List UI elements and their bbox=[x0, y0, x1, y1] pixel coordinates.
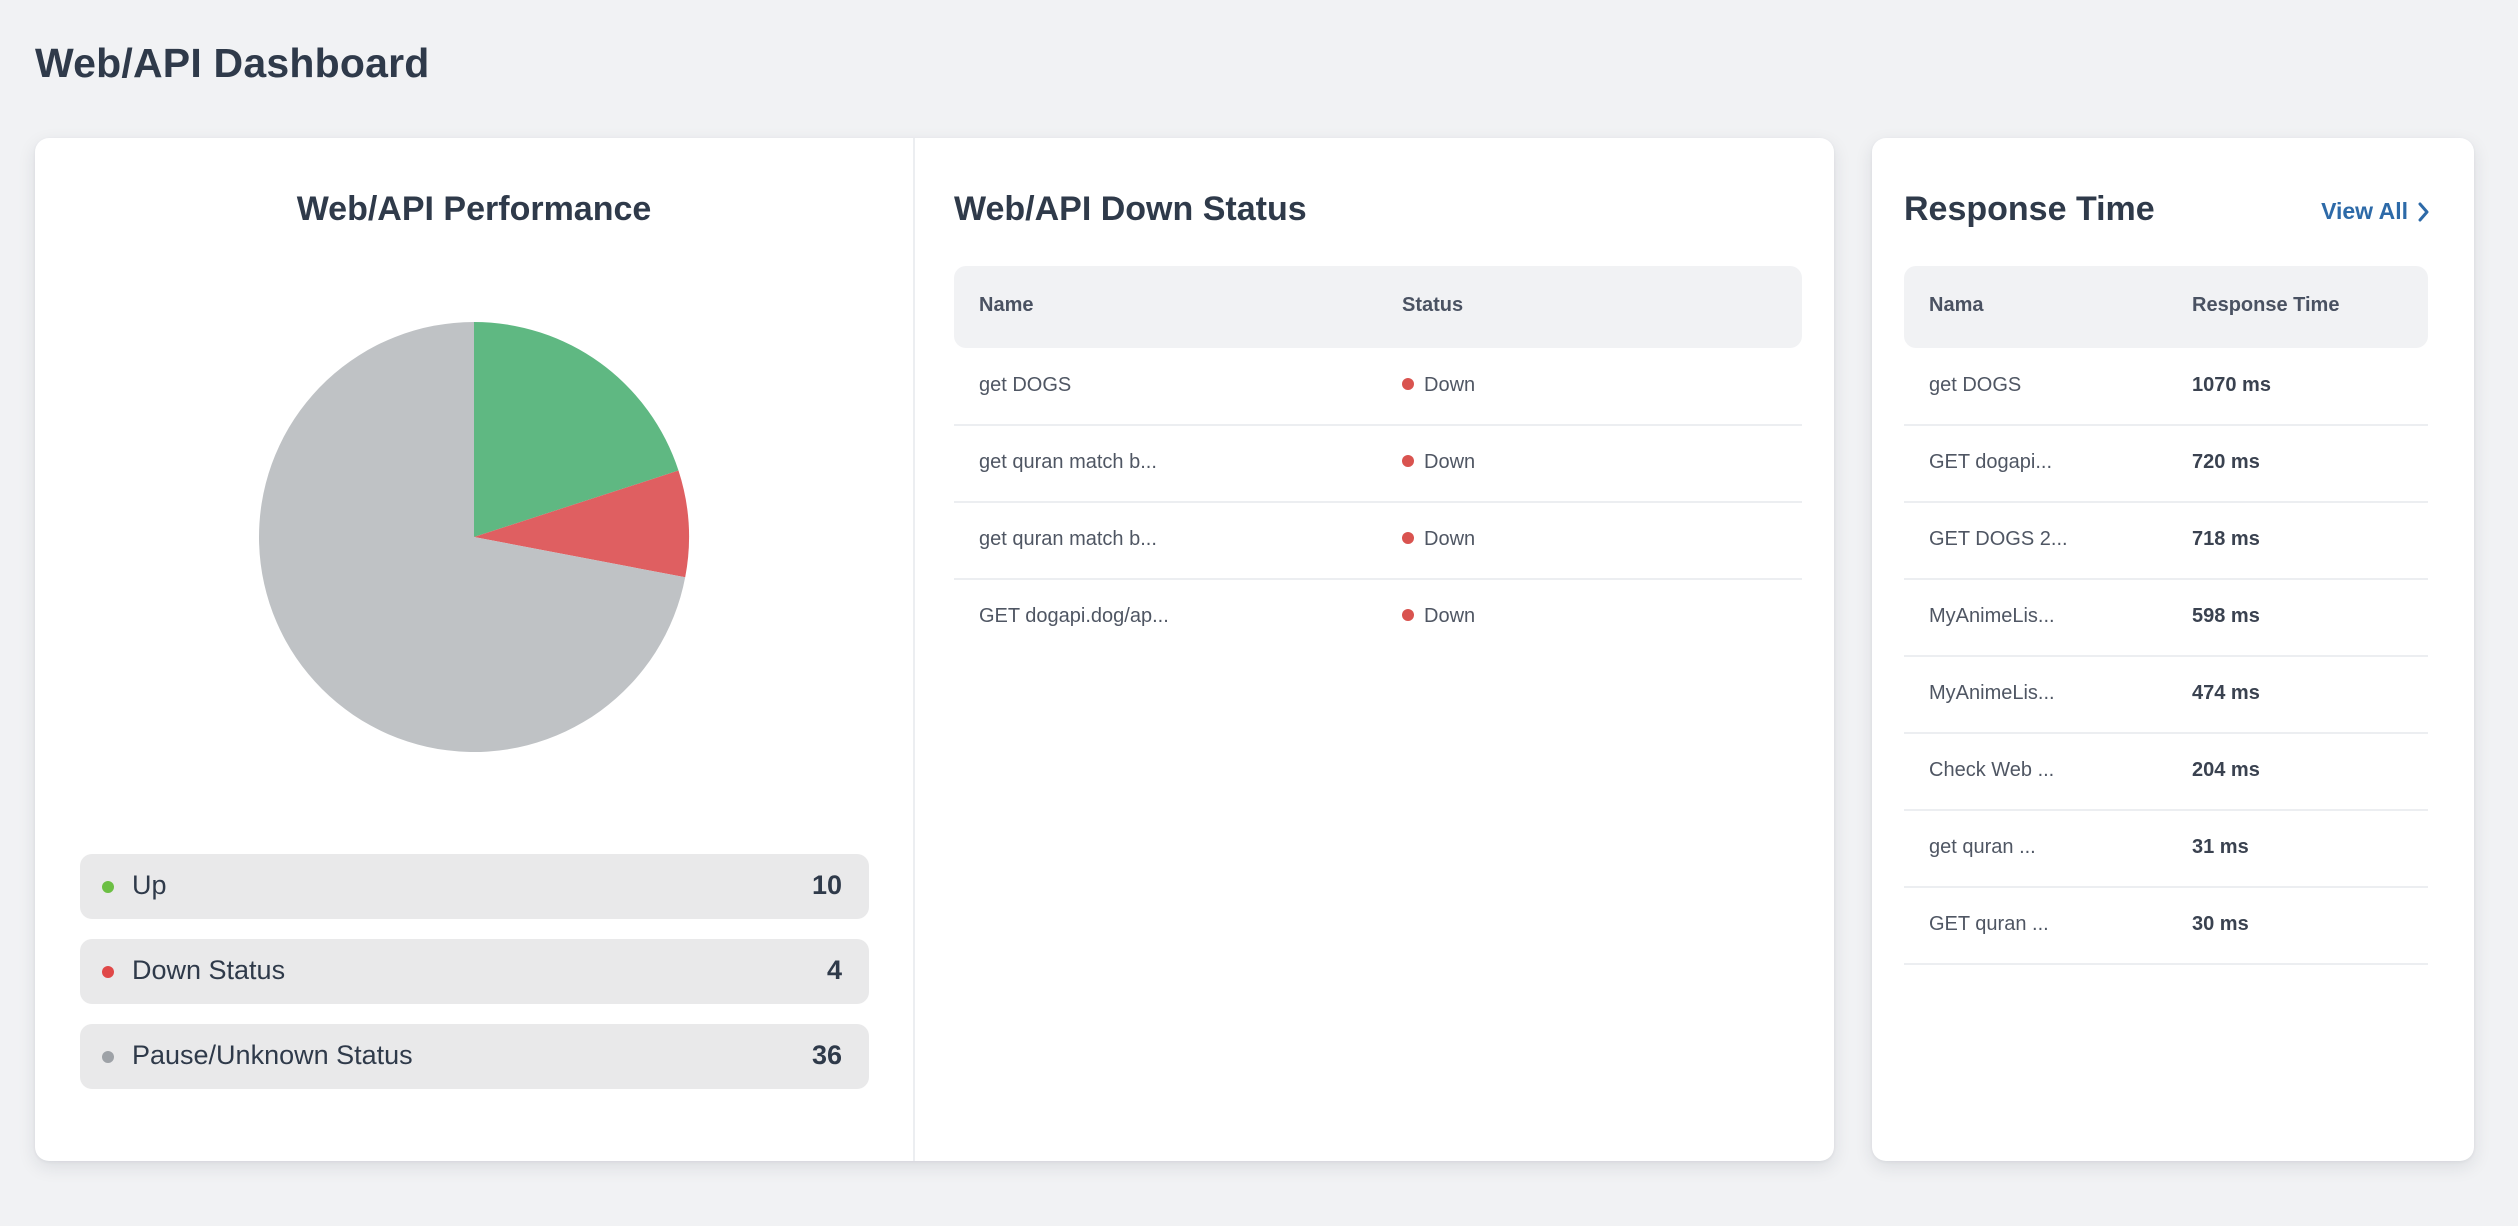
legend-label: Up bbox=[132, 870, 167, 900]
row-name: GET quran ... bbox=[1929, 913, 2049, 935]
table-row[interactable]: GET quran ... 30 ms bbox=[1904, 887, 2428, 965]
status-dot-icon bbox=[102, 881, 114, 893]
status-dot-icon bbox=[1402, 455, 1414, 467]
row-name: Check Web ... bbox=[1929, 759, 2055, 781]
table-row[interactable]: GET dogapi.dog/ap... Down bbox=[954, 579, 1802, 655]
response-time-table-header: Nama Response Time bbox=[1904, 266, 2428, 348]
table-row[interactable]: Check Web ... 204 ms bbox=[1904, 733, 2428, 811]
table-row[interactable]: GET DOGS 2... 718 ms bbox=[1904, 502, 2428, 580]
row-name: GET dogapi.dog/ap... bbox=[979, 605, 1169, 627]
status-dot-icon bbox=[1402, 609, 1414, 621]
page-title: Web/API Dashboard bbox=[35, 40, 430, 86]
row-status: Down bbox=[1402, 374, 1475, 397]
response-time-card: Response Time View All Nama Response Tim… bbox=[1872, 138, 2474, 1161]
down-status-table-header: Name Status bbox=[954, 266, 1802, 348]
legend-count: 36 bbox=[811, 1040, 842, 1070]
row-response-time: 204 ms bbox=[2192, 759, 2260, 781]
row-response-time: 474 ms bbox=[2192, 682, 2260, 704]
legend-item-down: Down Status 4 bbox=[80, 939, 869, 1004]
row-name: get DOGS bbox=[1929, 374, 2022, 396]
column-header-name: Name bbox=[979, 294, 1034, 316]
table-row[interactable]: get quran match b... Down bbox=[954, 502, 1802, 580]
legend-item-up: Up 10 bbox=[80, 854, 869, 919]
row-name: MyAnimeLis... bbox=[1929, 605, 2055, 627]
legend-label: Pause/Unknown Status bbox=[132, 1040, 413, 1070]
status-dot-icon bbox=[102, 966, 114, 978]
status-dot-icon bbox=[1402, 378, 1414, 390]
performance-section: Web/API Performance Up 10 Down Status 4 … bbox=[35, 138, 913, 1161]
legend-count: 4 bbox=[826, 955, 842, 985]
chevron-right-icon bbox=[2418, 202, 2429, 221]
legend-item-pause-unknown: Pause/Unknown Status 36 bbox=[80, 1024, 869, 1089]
legend-count: 10 bbox=[811, 870, 842, 900]
view-all-label: View All bbox=[2321, 198, 2408, 224]
row-name: GET DOGS 2... bbox=[1929, 528, 2068, 550]
row-response-time: 598 ms bbox=[2192, 605, 2260, 627]
row-response-time: 720 ms bbox=[2192, 451, 2260, 473]
column-header-nama: Nama bbox=[1929, 294, 1984, 316]
performance-card: Web/API Performance Up 10 Down Status 4 … bbox=[35, 138, 1834, 1161]
row-response-time: 718 ms bbox=[2192, 528, 2260, 550]
table-row[interactable]: get DOGS 1070 ms bbox=[1904, 348, 2428, 426]
table-row[interactable]: get quran ... 31 ms bbox=[1904, 810, 2428, 888]
legend-label: Down Status bbox=[132, 955, 286, 985]
row-name: get quran ... bbox=[1929, 836, 2036, 858]
row-response-time: 1070 ms bbox=[2192, 374, 2271, 396]
row-response-time: 31 ms bbox=[2192, 836, 2249, 858]
table-row[interactable]: GET dogapi... 720 ms bbox=[1904, 425, 2428, 503]
row-response-time: 30 ms bbox=[2192, 913, 2249, 935]
row-status: Down bbox=[1402, 528, 1475, 551]
view-all-link[interactable]: View All bbox=[2321, 198, 2430, 225]
response-time-title: Response Time bbox=[1904, 190, 2155, 228]
status-dot-icon bbox=[1402, 532, 1414, 544]
column-header-response-time: Response Time bbox=[2192, 294, 2340, 316]
status-dot-icon bbox=[102, 1051, 114, 1063]
row-name: GET dogapi... bbox=[1929, 451, 2053, 473]
performance-title: Web/API Performance bbox=[296, 190, 652, 228]
table-row[interactable]: get DOGS Down bbox=[954, 348, 1802, 426]
table-row[interactable]: get quran match b... Down bbox=[954, 425, 1802, 503]
row-name: MyAnimeLis... bbox=[1929, 682, 2055, 704]
row-name: get quran match b... bbox=[979, 451, 1157, 473]
row-name: get DOGS bbox=[979, 374, 1072, 396]
section-divider bbox=[913, 138, 915, 1161]
column-header-status: Status bbox=[1402, 294, 1464, 316]
row-status: Down bbox=[1402, 451, 1475, 474]
performance-pie-chart bbox=[257, 320, 691, 754]
table-row[interactable]: MyAnimeLis... 598 ms bbox=[1904, 579, 2428, 657]
row-name: get quran match b... bbox=[979, 528, 1157, 550]
row-status: Down bbox=[1402, 605, 1475, 628]
table-row[interactable]: MyAnimeLis... 474 ms bbox=[1904, 656, 2428, 734]
down-status-title: Web/API Down Status bbox=[954, 190, 1307, 228]
